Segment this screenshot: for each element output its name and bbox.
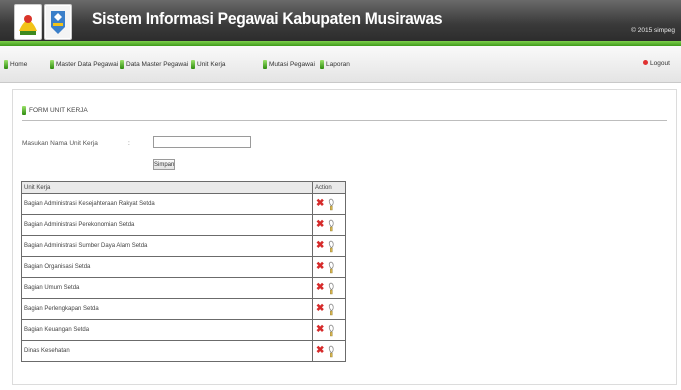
action-cell: ✖ [312,319,346,341]
delete-icon[interactable]: ✖ [316,346,324,356]
unit-kerja-cell: Bagian Perlengkapan Setda [21,298,313,320]
unit-kerja-cell: Dinas Kesehatan [21,340,313,362]
logout-icon [643,59,648,65]
nav-mutasi-pegawai[interactable]: Mutasi Pegawai [263,60,315,69]
delete-icon[interactable]: ✖ [316,283,324,293]
row-actions: ✖ [315,345,343,358]
unit-kerja-cell: Bagian Administrasi Sumber Daya Alam Set… [21,235,313,257]
nav-laporan-label: Laporan [326,61,350,68]
nav-unit-kerja-label: Unit Kerja [197,61,226,68]
government-logo [44,4,72,40]
delete-icon[interactable]: ✖ [316,241,324,251]
column-header-unit-kerja: Unit Kerja [21,181,313,194]
leaf-icon [4,60,8,69]
unit-name-input[interactable] [153,136,251,148]
row-actions: ✖ [315,303,343,316]
edit-icon[interactable] [327,240,335,253]
row-actions: ✖ [315,198,343,211]
column-header-action: Action [312,181,346,194]
table-row: Bagian Administrasi Sumber Daya Alam Set… [21,235,346,257]
table-row: Bagian Perlengkapan Setda ✖ [21,298,346,320]
main-navigation: Home Master Data Pegawai Data Master Peg… [0,46,681,83]
unit-kerja-cell: Bagian Administrasi Kesejahteraan Rakyat… [21,193,313,215]
delete-icon[interactable]: ✖ [316,220,324,230]
nav-mutasi-pegawai-label: Mutasi Pegawai [269,61,315,68]
row-actions: ✖ [315,240,343,253]
delete-icon[interactable]: ✖ [316,262,324,272]
table-row: Bagian Umum Setda ✖ [21,277,346,299]
action-cell: ✖ [312,214,346,236]
action-cell: ✖ [312,277,346,299]
nav-master-data-pegawai[interactable]: Master Data Pegawai [50,60,118,69]
action-cell: ✖ [312,193,346,215]
edit-icon[interactable] [327,282,335,295]
leaf-icon [263,60,267,69]
delete-icon[interactable]: ✖ [316,325,324,335]
edit-icon[interactable] [327,198,335,211]
action-cell: ✖ [312,340,346,362]
edit-icon[interactable] [327,219,335,232]
save-button[interactable]: Simpan [153,159,175,170]
table-row: Bagian Administrasi Kesejahteraan Rakyat… [21,193,346,215]
action-cell: ✖ [312,256,346,278]
nav-home[interactable]: Home [4,60,27,69]
leaf-icon [50,60,54,69]
edit-icon[interactable] [327,303,335,316]
app-title: Sistem Informasi Pegawai Kabupaten Musir… [92,9,443,28]
row-actions: ✖ [315,219,343,232]
leaf-icon [22,106,26,115]
nav-master-data-pegawai-label: Master Data Pegawai [56,61,119,68]
unit-kerja-table: Unit Kerja Action Bagian Administrasi Ke… [21,181,346,362]
app-header: Sistem Informasi Pegawai Kabupaten Musir… [0,0,681,46]
section-divider [22,120,667,121]
regency-logo [14,4,42,40]
edit-icon[interactable] [327,261,335,274]
unit-kerja-cell: Bagian Administrasi Perekonomian Setda [21,214,313,236]
action-cell: ✖ [312,298,346,320]
table-row: Bagian Administrasi Perekonomian Setda ✖ [21,214,346,236]
nav-unit-kerja[interactable]: Unit Kerja [191,60,226,69]
unit-kerja-cell: Bagian Umum Setda [21,277,313,299]
table-header-row: Unit Kerja Action [21,181,346,194]
leaf-icon [320,60,324,69]
unit-kerja-cell: Bagian Keuangan Setda [21,319,313,341]
copyright-text: © 2015 simpeg [631,27,675,34]
delete-icon[interactable]: ✖ [316,199,324,209]
logout-label: Logout [650,60,670,67]
form-section-title: FORM UNIT KERJA [22,106,88,115]
action-cell: ✖ [312,235,346,257]
unit-kerja-cell: Bagian Organisasi Setda [21,256,313,278]
edit-icon[interactable] [327,345,335,358]
nav-data-master-pegawai-label: Data Master Pegawai [126,61,189,68]
table-row: Bagian Keuangan Setda ✖ [21,319,346,341]
leaf-icon [191,60,195,69]
label-colon: : [128,140,130,147]
logout-link[interactable]: Logout [643,59,670,67]
nav-laporan[interactable]: Laporan [320,60,350,69]
table-row: Dinas Kesehatan ✖ [21,340,346,362]
row-actions: ✖ [315,261,343,274]
leaf-icon [120,60,124,69]
delete-icon[interactable]: ✖ [316,304,324,314]
table-row: Bagian Organisasi Setda ✖ [21,256,346,278]
row-actions: ✖ [315,282,343,295]
nav-home-label: Home [10,61,28,68]
nav-data-master-pegawai[interactable]: Data Master Pegawai [120,60,188,69]
row-actions: ✖ [315,324,343,337]
unit-name-label: Masukan Nama Unit Kerja [22,140,98,147]
table-body: Bagian Administrasi Kesejahteraan Rakyat… [21,193,346,362]
form-title-label: FORM UNIT KERJA [29,107,88,114]
edit-icon[interactable] [327,324,335,337]
